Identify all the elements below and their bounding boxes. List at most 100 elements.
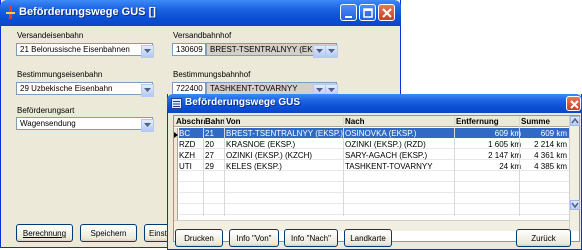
cell-von: BREST-TSENTRALNYY (EKSP.) [226, 129, 344, 138]
app-icon [6, 6, 16, 19]
cell-von: OZINKI (EKSP.) (KZCH) [226, 151, 313, 160]
cell-entfernung: 2 147 km [488, 151, 521, 160]
info-nach-label: Info "Nach" [291, 234, 331, 243]
speichern-label: Speichern [90, 229, 127, 238]
table-row[interactable]: RZD 20 KRASNOE (EKSP.) OZINKI (EKSP.) (R… [179, 139, 569, 149]
col-von[interactable]: Von [226, 117, 241, 126]
bestimmungseisenbahn-select[interactable]: 29 Uzbekische Eisenbahn [16, 82, 154, 97]
landkarte-label: Landkarte [350, 234, 386, 243]
versandbahnhof-name: BREST-TSENTRALNYY (EKSP.) [210, 45, 328, 54]
info-nach-button[interactable]: Info "Nach" [284, 229, 338, 247]
scroll-up-button[interactable] [570, 116, 580, 126]
row-selector-column [174, 128, 178, 234]
drucken-button[interactable]: Drucken [175, 229, 223, 247]
cell-summe: 4 385 km [534, 162, 567, 171]
landkarte-button[interactable]: Landkarte [344, 229, 392, 247]
route-titlebar[interactable]: Beförderungswege GUS [167, 94, 582, 113]
versandeisenbahn-value: 21 Belorussische Eisenbahnen [20, 45, 130, 54]
column-divider [519, 116, 520, 216]
col-nach[interactable]: Nach [345, 117, 365, 126]
chevron-down-icon[interactable] [325, 45, 338, 58]
info-von-label: Info "Von" [236, 234, 272, 243]
minimize-icon [345, 16, 352, 18]
cell-abschn: RZD [179, 140, 196, 149]
versandbahnhof-name-field[interactable]: BREST-TSENTRALNYY (EKSP.) [206, 43, 338, 58]
cell-summe: 609 km [540, 129, 567, 138]
empty-row [179, 194, 569, 204]
cell-entfernung: 1 605 km [488, 140, 521, 149]
column-divider [224, 116, 225, 216]
minimize-button[interactable] [340, 4, 357, 21]
bestimmungsbahnhof-code: 722400 [176, 84, 203, 93]
cell-von: KRASNOE (EKSP.) [226, 140, 296, 149]
info-von-button[interactable]: Info "Von" [229, 229, 279, 247]
cell-bahn: 20 [205, 140, 214, 149]
cell-abschn: KZH [179, 151, 195, 160]
empty-row [179, 172, 569, 182]
column-divider [343, 116, 344, 216]
cell-bahn: 27 [205, 151, 214, 160]
main-window-title: Beförderungswege GUS [] [19, 6, 156, 18]
col-entfernung[interactable]: Entfernung [456, 117, 499, 126]
versandeisenbahn-label: Versandeisenbahn [17, 31, 84, 40]
route-window-title: Beförderungswege GUS [185, 97, 301, 108]
cell-bahn: 21 [205, 129, 214, 138]
chevron-up-icon [571, 117, 579, 124]
cell-nach: OZINKI (EKSP.) (RZD) [345, 140, 426, 149]
cell-summe: 2 214 km [534, 140, 567, 149]
maximize-icon [363, 8, 373, 18]
cell-summe: 4 361 km [534, 151, 567, 160]
cell-abschn: BC [179, 129, 191, 138]
berechnung-label: Berechnung [22, 229, 67, 238]
cell-nach: TASHKENT-TOVARNYY [345, 162, 433, 171]
versandbahnhof-code: 130609 [176, 45, 203, 54]
column-divider [454, 116, 455, 216]
bestimmungseisenbahn-value: 29 Uzbekische Eisenbahn [20, 84, 113, 93]
close-icon [570, 100, 579, 109]
cell-nach: SARY-AGACH (EKSP.) [345, 151, 428, 160]
route-table: Abschn Bahn Von Nach Entfernung Summe BC… [173, 115, 580, 242]
cell-entfernung: 24 km [499, 162, 521, 171]
main-titlebar[interactable]: Beförderungswege GUS [] [0, 0, 401, 26]
table-row[interactable]: BC 21 BREST-TSENTRALNYY (EKSP.) OSINOVKA… [179, 128, 569, 138]
empty-row [179, 205, 569, 215]
chevron-down-icon[interactable] [141, 119, 154, 132]
close-icon [382, 8, 392, 18]
zurueck-button[interactable]: Zurück [516, 229, 571, 247]
cell-entfernung: 609 km [494, 129, 521, 138]
col-summe[interactable]: Summe [521, 117, 550, 126]
column-divider [203, 116, 204, 216]
bestimmungsbahnhof-name: TASHKENT-TOVARNYY [210, 84, 298, 93]
cell-von: KELES (EKSP.) [226, 162, 282, 171]
befoerderungsart-label: Beförderungsart [17, 106, 75, 115]
befoerderungsart-value: Wagensendung [20, 119, 76, 128]
versandbahnhof-label: Versandbahnhof [173, 31, 232, 40]
cell-abschn: UTI [179, 162, 192, 171]
befoerderungsart-select[interactable]: Wagensendung [16, 117, 154, 132]
chevron-down-icon [571, 202, 579, 209]
versandbahnhof-code-field[interactable]: 130609 [172, 43, 206, 56]
berechnung-button[interactable]: Berechnung [16, 224, 73, 242]
bestimmungsbahnhof-label: Bestimmungsbahnhof [173, 70, 251, 79]
speichern-button[interactable]: Speichern [80, 224, 137, 242]
vertical-scrollbar[interactable] [569, 116, 580, 231]
zurueck-label: Zurück [531, 234, 556, 243]
table-row[interactable]: KZH 27 OZINKI (EKSP.) (KZCH) SARY-AGACH … [179, 150, 569, 160]
empty-row [179, 183, 569, 193]
versandeisenbahn-select[interactable]: 21 Belorussische Eisenbahnen [16, 43, 154, 58]
cell-nach: OSINOVKA (EKSP.) [345, 129, 417, 138]
close-button[interactable] [378, 4, 395, 21]
col-bahn[interactable]: Bahn [205, 117, 225, 126]
drucken-label: Drucken [184, 234, 214, 243]
table-row[interactable]: UTI 29 KELES (EKSP.) TASHKENT-TOVARNYY 2… [179, 161, 569, 171]
chevron-down-icon[interactable] [141, 45, 154, 58]
maximize-button[interactable] [359, 4, 376, 21]
cell-bahn: 29 [205, 162, 214, 171]
col-abschn[interactable]: Abschn [176, 117, 205, 126]
table-header: Abschn Bahn Von Nach Entfernung Summe [174, 116, 569, 127]
route-window-icon [171, 98, 182, 109]
chevron-down-icon[interactable] [141, 84, 154, 97]
route-close-button[interactable] [566, 96, 581, 111]
scroll-down-button[interactable] [570, 200, 580, 210]
bestimmungseisenbahn-label: Bestimmungseisenbahn [17, 70, 103, 79]
